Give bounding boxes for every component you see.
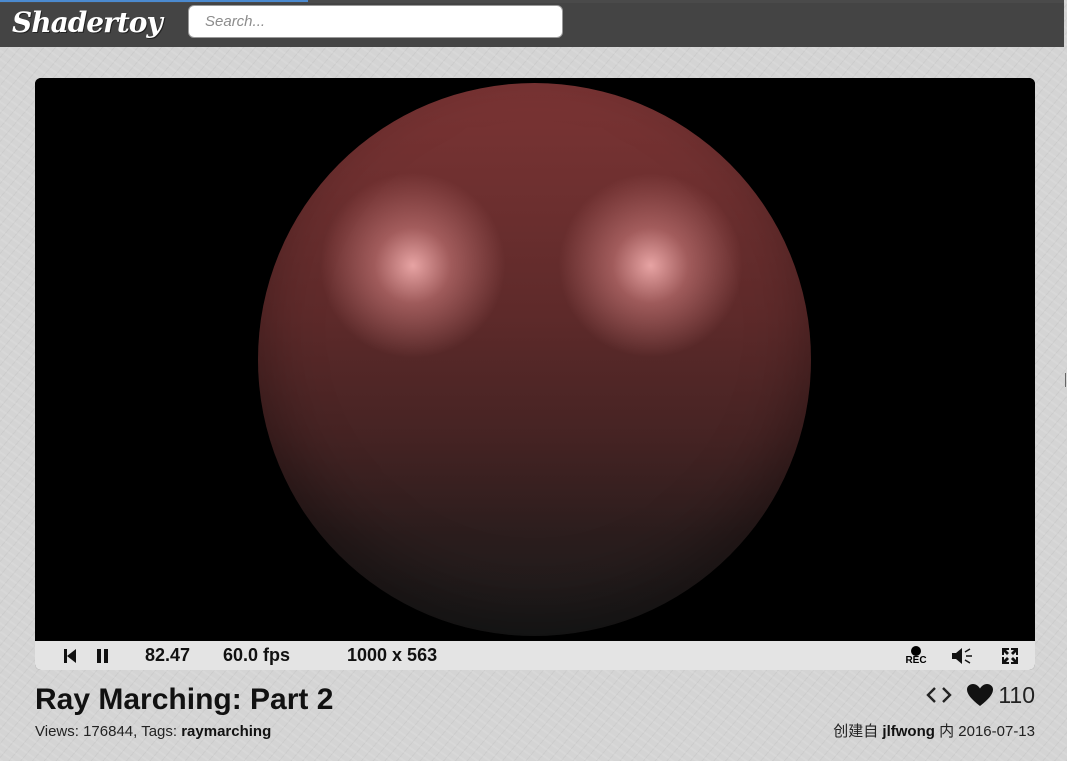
heart-icon — [967, 684, 994, 706]
code-brackets-icon — [926, 687, 953, 703]
record-label: REC — [905, 654, 927, 666]
player-controls: 82.47 60.0 fps 1000 x 563 REC — [35, 641, 1035, 670]
author-credit: 创建自 jlfwong 内 2016-07-13 — [833, 722, 1035, 742]
rendered-sphere — [258, 83, 811, 636]
fullscreen-button[interactable] — [999, 641, 1021, 670]
shader-player: 82.47 60.0 fps 1000 x 563 REC — [35, 78, 1035, 670]
like-count: 110 — [998, 682, 1035, 708]
shader-actions: 110 — [926, 680, 1035, 710]
credit-mid: 内 — [939, 723, 955, 740]
volume-button[interactable] — [949, 641, 975, 670]
shadertoy-logo[interactable]: Shadertoy — [12, 3, 163, 43]
pause-icon — [97, 648, 108, 663]
fps-readout: 60.0 fps — [223, 645, 291, 665]
volume-icon — [952, 647, 972, 664]
record-icon — [911, 645, 921, 656]
rewind-icon — [64, 648, 76, 663]
pause-button[interactable] — [94, 641, 112, 670]
time-readout: 82.47 — [145, 645, 191, 665]
shader-meta: Views: 176844, Tags: raymarching — [35, 722, 271, 742]
rewind-button[interactable] — [61, 641, 79, 670]
publish-date: 2016-07-13 — [958, 723, 1035, 740]
shader-canvas[interactable] — [35, 78, 1035, 641]
scrollbar-edge — [1065, 373, 1066, 387]
fullscreen-icon — [1002, 647, 1018, 664]
embed-code-button[interactable] — [926, 685, 953, 705]
top-bar: Shadertoy — [0, 0, 1064, 47]
shader-title: Ray Marching: Part 2 — [35, 683, 334, 716]
record-button[interactable]: REC — [901, 641, 931, 670]
credit-prefix: 创建自 — [833, 723, 879, 740]
like-button[interactable]: 110 — [966, 680, 1035, 710]
search-input[interactable] — [188, 5, 563, 38]
loading-progress-line — [0, 0, 308, 2]
resolution-readout: 1000 x 563 — [347, 645, 438, 665]
author-link[interactable]: jlfwong — [882, 723, 935, 740]
views-tags-label: Views: 176844, Tags: — [35, 723, 178, 740]
tag-link-raymarching[interactable]: raymarching — [181, 723, 271, 740]
